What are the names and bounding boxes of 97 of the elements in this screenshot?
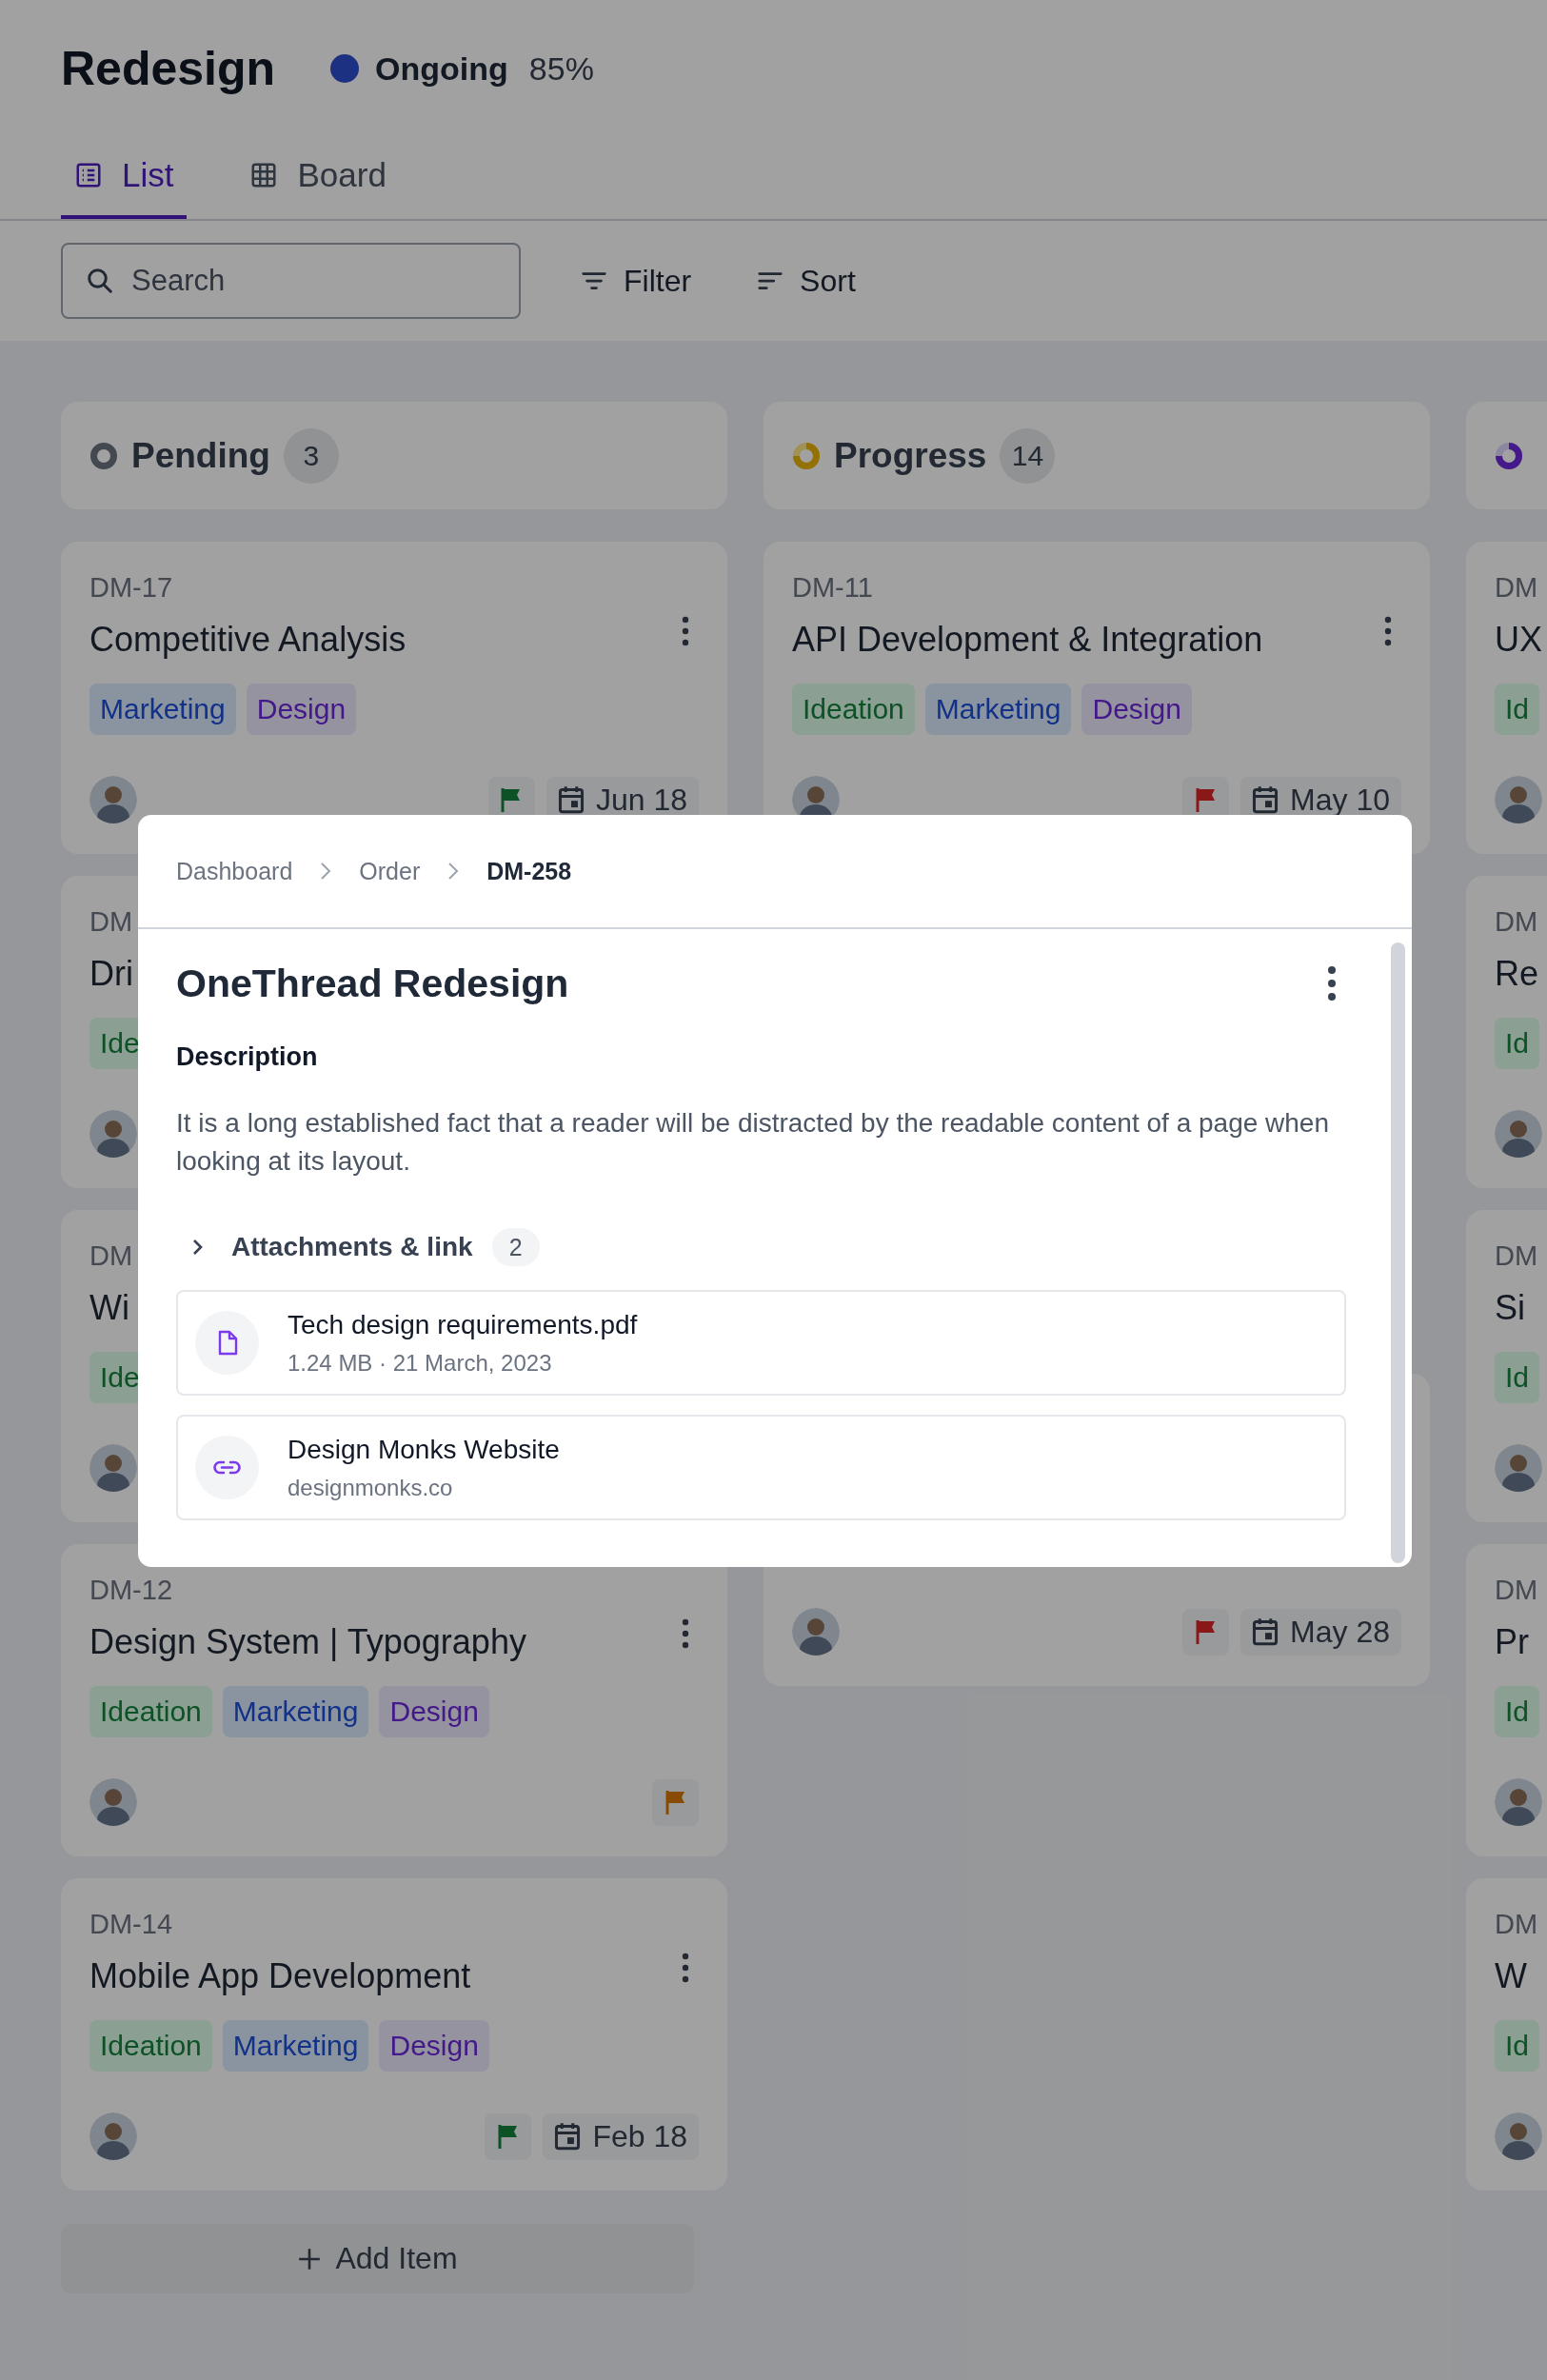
more-icon[interactable] [680,1953,691,1983]
filter-button[interactable]: Filter [574,262,698,300]
tag: Ideation [792,684,915,735]
status-ring-icon [89,441,118,470]
tag: Marketing [89,684,236,735]
task-id: DM [89,905,133,939]
calendar-icon [1252,1617,1279,1646]
flag-icon [496,2124,520,2149]
progress-ring-icon [792,441,821,470]
column-title: Pending [131,435,270,476]
flag-icon [1194,1619,1218,1644]
task-card[interactable]: DM-14 Mobile App Development Ideation Marketing Design Feb 18 [61,1878,727,2191]
tag: Ideation [89,1686,212,1737]
task-title: Design System | Typography [89,1621,526,1663]
task-title: Mobile App Development [89,1955,471,1997]
tag: Ideation [89,2020,212,2072]
breadcrumb-link[interactable]: Order [359,857,421,885]
search-icon [86,267,114,295]
scrollbar[interactable] [1391,942,1405,1563]
tag: Id [1495,1018,1540,1069]
status-dot [330,54,360,83]
sort-button[interactable]: Sort [750,262,862,300]
task-id: DM [1495,1908,1538,1941]
tag: Id [1495,1352,1540,1403]
task-id: DM-11 [792,571,873,605]
task-title: Dri [89,953,133,995]
page-title: Redesign [61,41,276,96]
more-icon[interactable] [1382,616,1394,646]
attachment-row[interactable]: Design Monks Website designmonks.co [176,1415,1346,1520]
task-id: DM [1495,1574,1538,1607]
task-title: Competitive Analysis [89,619,407,661]
task-card[interactable]: DM Pr Id [1466,1544,1547,1856]
calendar-icon [1252,785,1279,814]
task-id: DM [89,1240,133,1273]
calendar-icon [557,785,585,814]
tag: Marketing [924,684,1072,735]
link-icon [195,1436,259,1499]
tag: Design [379,1686,489,1737]
more-icon[interactable] [680,1618,691,1649]
attachment-meta: 1.24 MB · 21 March, 2023 [288,1349,553,1377]
task-id: DM-14 [89,1908,172,1941]
count-badge: 2 [491,1228,540,1266]
attachment-name: Tech design requirements.pdf [288,1309,638,1340]
task-title: Si [1495,1287,1525,1329]
task-title: Re [1495,953,1539,995]
attachment-name: Design Monks Website [288,1434,560,1465]
attachment-row[interactable]: Tech design requirements.pdf 1.24 MB · 21 March, 2023 [176,1290,1346,1396]
attachment-meta: designmonks.co [288,1474,454,1501]
grid-icon [249,161,279,189]
flag-icon [664,1790,687,1815]
description-text: It is a long established fact that a reader will be distracted by the readable content of a page when looking at its layout. [176,1107,1330,1178]
more-icon[interactable] [1325,965,1339,1002]
plus-icon [297,2246,323,2271]
more-icon[interactable] [680,616,691,646]
progress-percent: 85% [528,50,594,88]
due-date: May 28 [1240,1608,1401,1656]
count-badge: 3 [283,427,339,484]
tag: Id [1495,1686,1540,1737]
breadcrumb-link[interactable]: Dashboard [176,857,293,885]
search-field[interactable]: Search [61,243,521,319]
task-title: Pr [1495,1621,1529,1663]
task-card[interactable]: DM Si Id [1466,1210,1547,1522]
tag: Design [379,2020,489,2072]
breadcrumb-link[interactable]: DM-258 [486,857,572,885]
progress-ring-icon [1495,441,1523,470]
status-label: Ongoing [375,50,508,88]
flag-icon [1194,787,1218,812]
add-item-button[interactable]: Add Item [61,2224,694,2293]
tag: Design [246,684,357,735]
tag: Marketing [222,1686,369,1737]
section-label: Attachments & link [231,1232,473,1262]
modal-title: OneThread Redesign [176,961,569,1006]
task-id: DM [1495,571,1538,605]
task-title: Wi [89,1287,129,1329]
document-icon [195,1311,259,1375]
task-card[interactable]: DM-12 Design System | Typography Ideation Marketing Design [61,1544,727,1856]
list-icon [74,161,103,189]
task-title: UX [1495,619,1542,661]
task-title: W [1495,1955,1527,1997]
task-card[interactable]: DM W Id [1466,1878,1547,2191]
tag: Id [1495,2020,1540,2072]
tag: Marketing [222,2020,369,2072]
task-card[interactable]: DM UX Id [1466,542,1547,854]
view-tab[interactable]: Board [236,135,400,219]
column-title: Progress [834,435,987,476]
task-card[interactable]: DM Re Id [1466,876,1547,1188]
task-title: API Development & Integration [792,619,1263,661]
due-date: Feb 18 [543,2112,699,2160]
count-badge: 14 [1000,427,1056,484]
task-id: DM-12 [89,1574,172,1607]
task-id: DM [1495,905,1538,939]
tag: Design [1081,684,1192,735]
tag: Id [1495,684,1540,735]
section-label: Description [176,1042,319,1072]
calendar-icon [554,2122,582,2151]
task-id: DM-17 [89,571,172,605]
task-id: DM [1495,1240,1538,1273]
